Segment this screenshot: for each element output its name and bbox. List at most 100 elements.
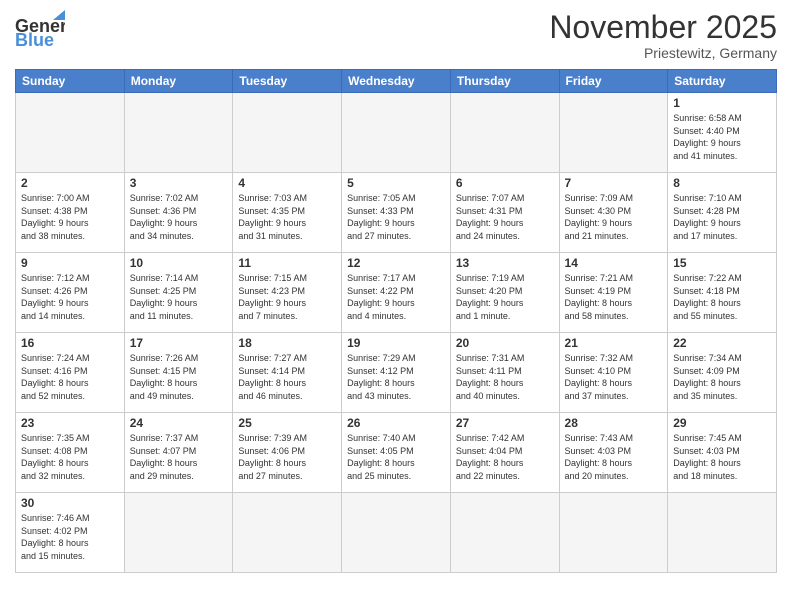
day-number: 20	[456, 336, 554, 350]
title-section: November 2025 Priestewitz, Germany	[549, 10, 777, 61]
day-info: Sunrise: 7:15 AM Sunset: 4:23 PM Dayligh…	[238, 272, 336, 322]
calendar-cell: 18Sunrise: 7:27 AM Sunset: 4:14 PM Dayli…	[233, 333, 342, 413]
header: General Blue November 2025 Priestewitz, …	[15, 10, 777, 61]
day-info: Sunrise: 7:02 AM Sunset: 4:36 PM Dayligh…	[130, 192, 228, 242]
header-sunday: Sunday	[16, 70, 125, 93]
calendar-cell: 29 Sunrise: 7:45 AM Sunset: 4:03 PM Dayli…	[668, 413, 777, 493]
day-info: Sunrise: 7:27 AM Sunset: 4:14 PM Dayligh…	[238, 352, 336, 402]
day-number: 3	[130, 176, 228, 190]
day-info: Sunrise: 7:00 AM Sunset: 4:38 PM Dayligh…	[21, 192, 119, 242]
day-number: 10	[130, 256, 228, 270]
day-info: Sunrise: 7:05 AM Sunset: 4:33 PM Dayligh…	[347, 192, 445, 242]
day-info: Sunrise: 7:29 AM Sunset: 4:12 PM Dayligh…	[347, 352, 445, 402]
calendar-cell: 3 Sunrise: 7:02 AM Sunset: 4:36 PM Daylig…	[124, 173, 233, 253]
day-info: Sunrise: 7:07 AM Sunset: 4:31 PM Dayligh…	[456, 192, 554, 242]
day-info: Sunrise: 7:45 AM Sunset: 4:03 PM Dayligh…	[673, 432, 771, 482]
calendar-cell: 15 Sunrise: 7:22 AM Sunset: 4:18 PM Dayli…	[668, 253, 777, 333]
calendar-cell: 6 Sunrise: 7:07 AM Sunset: 4:31 PM Daylig…	[450, 173, 559, 253]
logo: General Blue	[15, 10, 65, 50]
calendar-cell: 21 Sunrise: 7:32 AM Sunset: 4:10 PM Dayli…	[559, 333, 668, 413]
day-number: 28	[565, 416, 663, 430]
day-number: 1	[673, 96, 771, 110]
day-number: 26	[347, 416, 445, 430]
calendar-cell: 4Sunrise: 7:03 AM Sunset: 4:35 PM Daylig…	[233, 173, 342, 253]
day-number: 24	[130, 416, 228, 430]
day-number: 27	[456, 416, 554, 430]
calendar-cell	[559, 93, 668, 173]
calendar-week-1: 2 Sunrise: 7:00 AM Sunset: 4:38 PM Daylig…	[16, 173, 777, 253]
day-number: 2	[21, 176, 119, 190]
calendar-week-2: 9Sunrise: 7:12 AM Sunset: 4:26 PM Daylig…	[16, 253, 777, 333]
day-number: 13	[456, 256, 554, 270]
day-number: 15	[673, 256, 771, 270]
header-tuesday: Tuesday	[233, 70, 342, 93]
header-saturday: Saturday	[668, 70, 777, 93]
day-info: Sunrise: 7:03 AM Sunset: 4:35 PM Dayligh…	[238, 192, 336, 242]
calendar-cell	[450, 93, 559, 173]
calendar-cell	[16, 93, 125, 173]
calendar-cell: 23 Sunrise: 7:35 AM Sunset: 4:08 PM Dayli…	[16, 413, 125, 493]
calendar-cell: 12 Sunrise: 7:17 AM Sunset: 4:22 PM Dayli…	[342, 253, 451, 333]
calendar-cell	[124, 493, 233, 573]
day-number: 23	[21, 416, 119, 430]
calendar-cell: 25Sunrise: 7:39 AM Sunset: 4:06 PM Dayli…	[233, 413, 342, 493]
calendar-cell: 17Sunrise: 7:26 AM Sunset: 4:15 PM Dayli…	[124, 333, 233, 413]
day-number: 11	[238, 256, 336, 270]
calendar-cell: 27Sunrise: 7:42 AM Sunset: 4:04 PM Dayli…	[450, 413, 559, 493]
day-info: Sunrise: 7:32 AM Sunset: 4:10 PM Dayligh…	[565, 352, 663, 402]
day-number: 29	[673, 416, 771, 430]
day-info: Sunrise: 7:40 AM Sunset: 4:05 PM Dayligh…	[347, 432, 445, 482]
day-info: Sunrise: 7:37 AM Sunset: 4:07 PM Dayligh…	[130, 432, 228, 482]
subtitle: Priestewitz, Germany	[549, 45, 777, 61]
day-number: 19	[347, 336, 445, 350]
calendar-cell	[559, 493, 668, 573]
month-title: November 2025	[549, 10, 777, 45]
calendar-cell: 20 Sunrise: 7:31 AM Sunset: 4:11 PM Dayli…	[450, 333, 559, 413]
day-info: Sunrise: 7:19 AM Sunset: 4:20 PM Dayligh…	[456, 272, 554, 322]
calendar-cell: 2 Sunrise: 7:00 AM Sunset: 4:38 PM Daylig…	[16, 173, 125, 253]
day-info: Sunrise: 7:46 AM Sunset: 4:02 PM Dayligh…	[21, 512, 119, 562]
day-number: 12	[347, 256, 445, 270]
day-info: Sunrise: 7:31 AM Sunset: 4:11 PM Dayligh…	[456, 352, 554, 402]
calendar-cell: 26 Sunrise: 7:40 AM Sunset: 4:05 PM Dayli…	[342, 413, 451, 493]
day-info: Sunrise: 7:12 AM Sunset: 4:26 PM Dayligh…	[21, 272, 119, 322]
calendar-week-0: 1Sunrise: 6:58 AM Sunset: 4:40 PM Daylig…	[16, 93, 777, 173]
header-thursday: Thursday	[450, 70, 559, 93]
day-number: 21	[565, 336, 663, 350]
calendar-cell: 24 Sunrise: 7:37 AM Sunset: 4:07 PM Dayli…	[124, 413, 233, 493]
calendar: Sunday Monday Tuesday Wednesday Thursday…	[15, 69, 777, 573]
day-info: Sunrise: 7:35 AM Sunset: 4:08 PM Dayligh…	[21, 432, 119, 482]
day-info: Sunrise: 7:10 AM Sunset: 4:28 PM Dayligh…	[673, 192, 771, 242]
calendar-cell: 13 Sunrise: 7:19 AM Sunset: 4:20 PM Dayli…	[450, 253, 559, 333]
calendar-cell: 5 Sunrise: 7:05 AM Sunset: 4:33 PM Daylig…	[342, 173, 451, 253]
day-info: Sunrise: 7:22 AM Sunset: 4:18 PM Dayligh…	[673, 272, 771, 322]
header-wednesday: Wednesday	[342, 70, 451, 93]
calendar-cell	[668, 493, 777, 573]
day-info: Sunrise: 7:39 AM Sunset: 4:06 PM Dayligh…	[238, 432, 336, 482]
day-number: 6	[456, 176, 554, 190]
calendar-cell: 9Sunrise: 7:12 AM Sunset: 4:26 PM Daylig…	[16, 253, 125, 333]
day-info: Sunrise: 7:26 AM Sunset: 4:15 PM Dayligh…	[130, 352, 228, 402]
day-info: Sunrise: 7:17 AM Sunset: 4:22 PM Dayligh…	[347, 272, 445, 322]
calendar-cell	[342, 493, 451, 573]
day-number: 5	[347, 176, 445, 190]
calendar-cell	[124, 93, 233, 173]
day-info: Sunrise: 7:24 AM Sunset: 4:16 PM Dayligh…	[21, 352, 119, 402]
day-number: 7	[565, 176, 663, 190]
calendar-cell: 1Sunrise: 6:58 AM Sunset: 4:40 PM Daylig…	[668, 93, 777, 173]
day-info: Sunrise: 7:14 AM Sunset: 4:25 PM Dayligh…	[130, 272, 228, 322]
logo-icon: General Blue	[15, 10, 65, 50]
header-monday: Monday	[124, 70, 233, 93]
calendar-cell	[233, 493, 342, 573]
calendar-week-5: 30Sunrise: 7:46 AM Sunset: 4:02 PM Dayli…	[16, 493, 777, 573]
calendar-cell: 14Sunrise: 7:21 AM Sunset: 4:19 PM Dayli…	[559, 253, 668, 333]
weekday-header-row: Sunday Monday Tuesday Wednesday Thursday…	[16, 70, 777, 93]
day-number: 16	[21, 336, 119, 350]
calendar-cell: 28Sunrise: 7:43 AM Sunset: 4:03 PM Dayli…	[559, 413, 668, 493]
calendar-cell: 10 Sunrise: 7:14 AM Sunset: 4:25 PM Dayli…	[124, 253, 233, 333]
day-info: Sunrise: 7:21 AM Sunset: 4:19 PM Dayligh…	[565, 272, 663, 322]
calendar-cell	[233, 93, 342, 173]
calendar-week-3: 16 Sunrise: 7:24 AM Sunset: 4:16 PM Dayli…	[16, 333, 777, 413]
day-number: 22	[673, 336, 771, 350]
day-info: Sunrise: 7:34 AM Sunset: 4:09 PM Dayligh…	[673, 352, 771, 402]
